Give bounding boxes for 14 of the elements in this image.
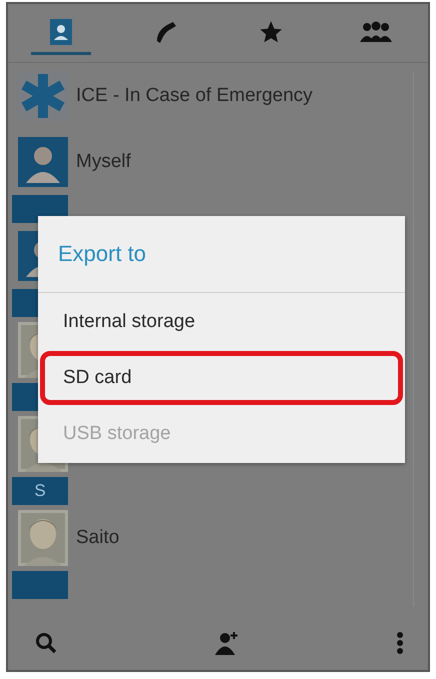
contact-name[interactable]: ICE - In Case of Emergency [76,85,313,107]
avatar-icon [18,137,68,187]
contacts-icon [50,18,72,44]
contact-name[interactable]: Myself [76,151,131,173]
storage-option[interactable]: SD card [40,351,403,405]
more-icon [396,631,404,655]
contact-name[interactable]: Saito [76,527,120,549]
group-icon [358,20,392,44]
storage-option[interactable]: Internal storage [40,295,403,349]
dialog-title: Export to [58,241,146,267]
star-icon [258,18,284,44]
search-icon [34,631,58,655]
section-header [12,571,68,599]
section-letter: S [34,481,46,501]
